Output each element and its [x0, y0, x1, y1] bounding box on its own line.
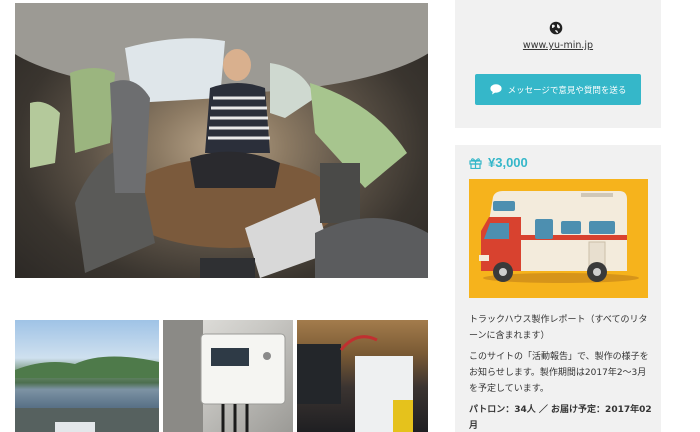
website-link[interactable]: www.yu-min.jp — [458, 40, 658, 51]
reward-price-row: ¥3,000 — [469, 155, 528, 170]
chat-bubble-icon — [489, 84, 502, 95]
thumbnail-battery-photo[interactable] — [297, 320, 428, 432]
thumbnail-solar-controller-photo[interactable] — [163, 320, 293, 432]
globe-icon — [549, 20, 563, 35]
reward-title: トラックハウス製作レポート（すべてのリターンに含まれます） — [469, 315, 648, 341]
camper-illustration — [469, 179, 648, 298]
camper-truck-image — [479, 191, 639, 283]
send-message-label: メッセージで意見や質問を送る — [507, 85, 627, 96]
reward-price: ¥3,000 — [488, 155, 528, 170]
thumbnail-coast-photo[interactable] — [15, 320, 159, 432]
main-project-photo[interactable] — [15, 3, 428, 278]
battery-wiring-image — [297, 335, 413, 432]
solar-controller-image — [163, 320, 286, 432]
reward-meta: パトロン：34人 ／ お届け予定：2017年02月 — [469, 405, 652, 431]
send-message-button[interactable]: メッセージで意見や質問を送る — [475, 74, 641, 105]
coast-landscape-image — [15, 356, 159, 432]
fisheye-van-interior-image — [15, 3, 428, 278]
reward-description: このサイトの「活動報告」で、製作の様子をお知らせします。製作期間は2017年2〜… — [469, 352, 649, 394]
gift-icon — [469, 157, 482, 169]
